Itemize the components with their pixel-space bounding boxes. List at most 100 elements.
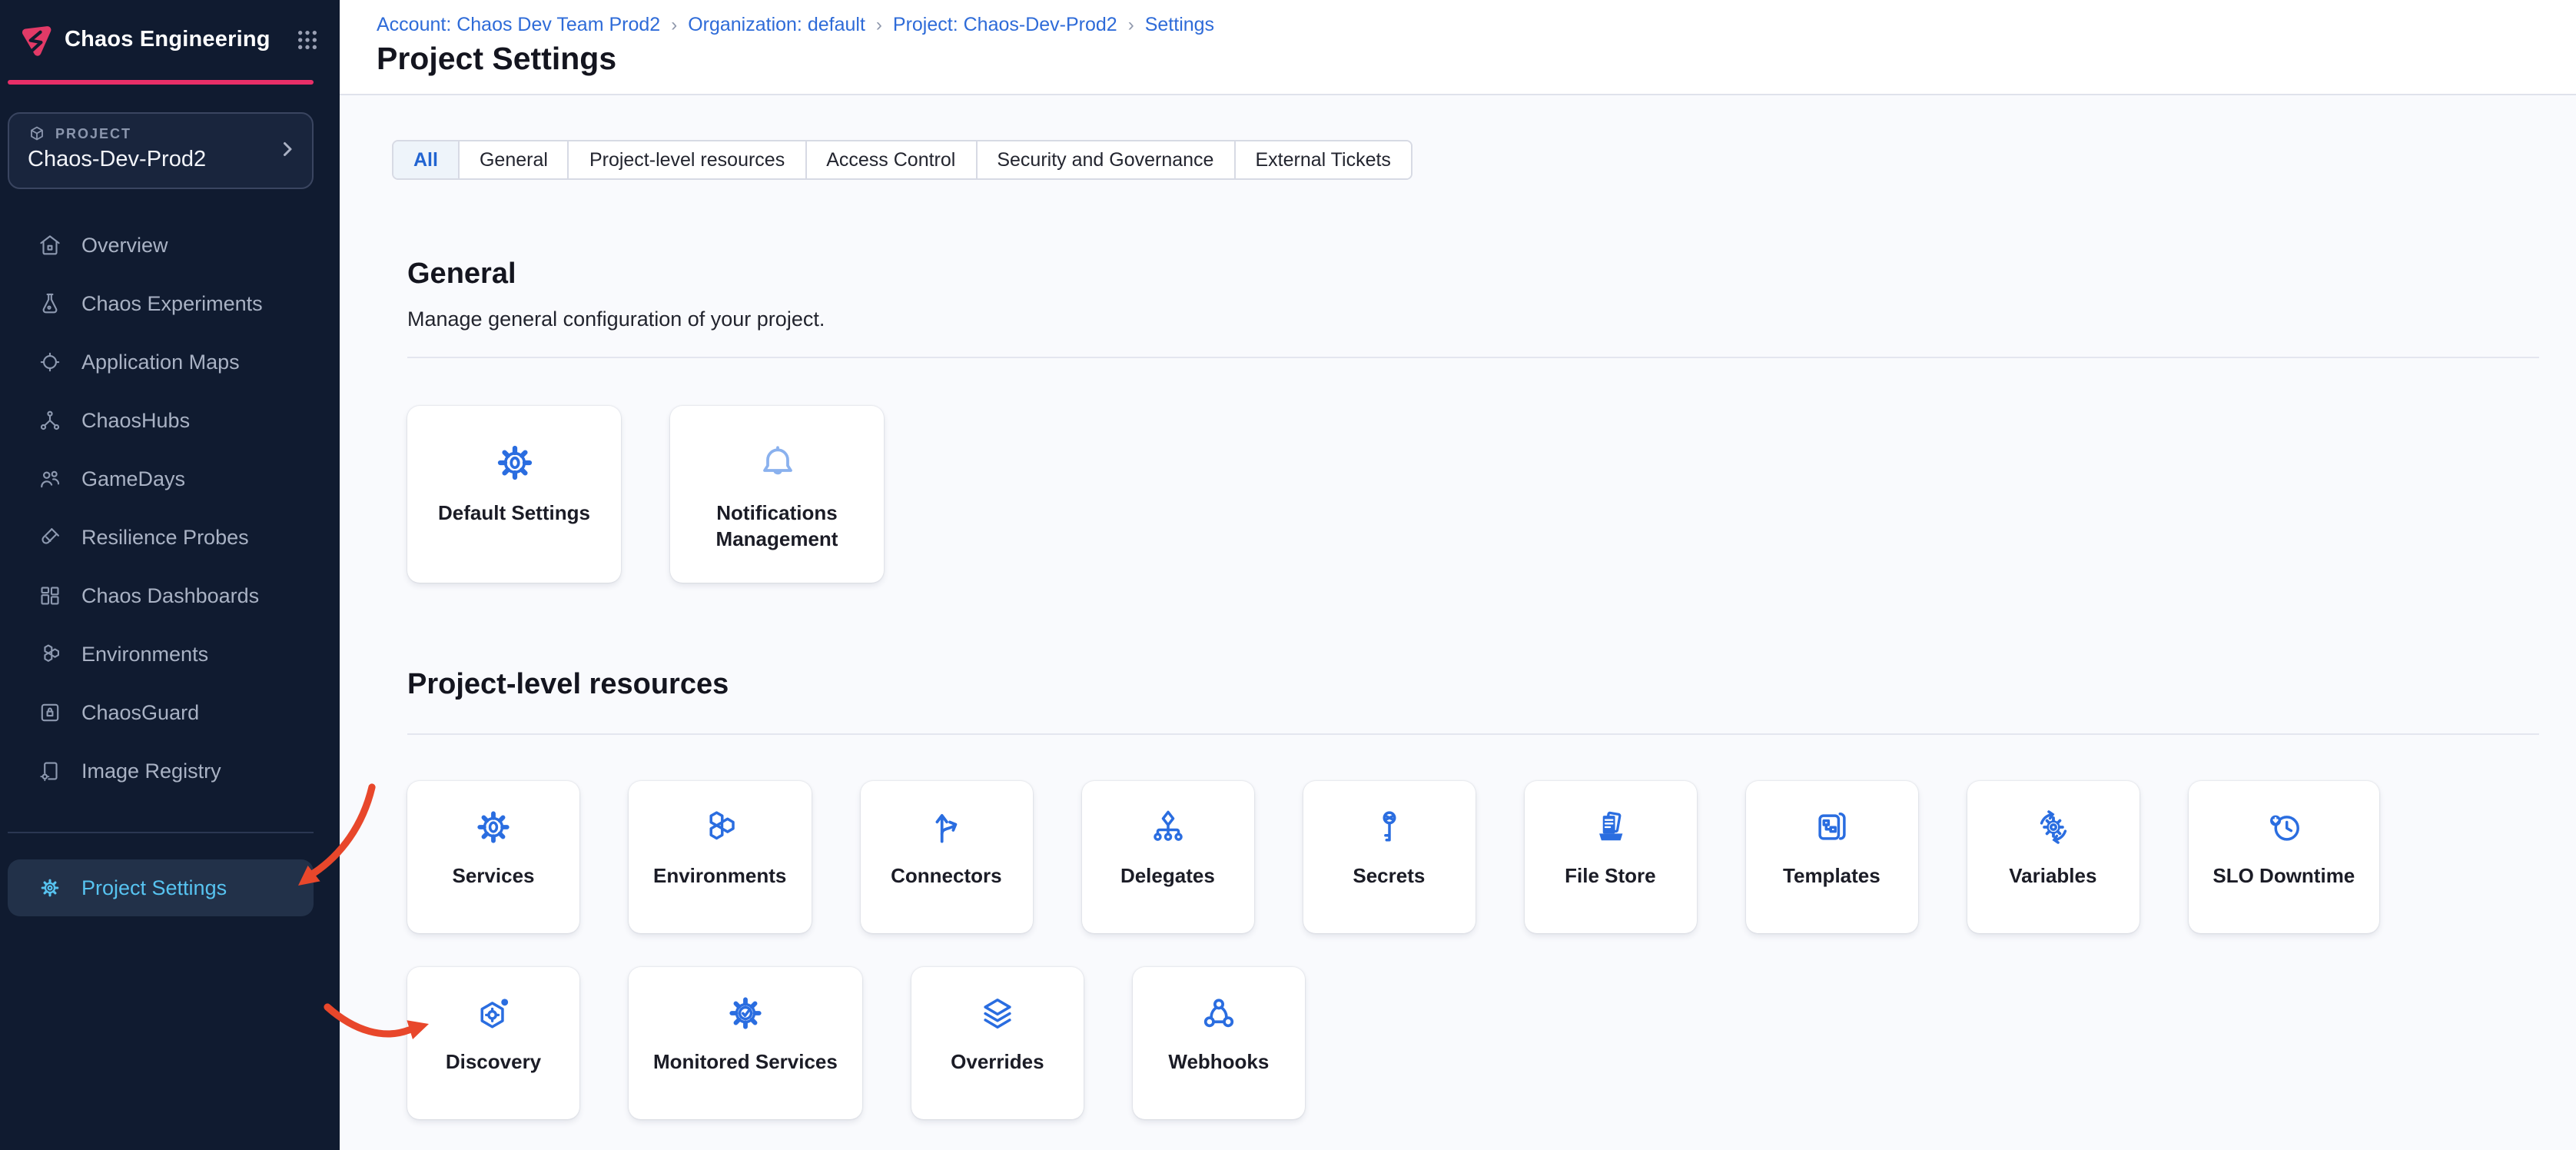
gear-check-icon: [724, 992, 767, 1035]
resources-section-title: Project-level resources: [407, 667, 2539, 703]
breadcrumb-project-link[interactable]: Project: Chaos-Dev-Prod2: [893, 14, 1117, 35]
project-eyebrow-label: PROJECT: [55, 125, 131, 141]
card-templates[interactable]: Templates: [1745, 781, 1917, 933]
card-delegates[interactable]: Delegates: [1081, 781, 1253, 933]
card-variables[interactable]: Variables: [1967, 781, 2139, 933]
sidebar-item-project-settings[interactable]: Project Settings: [8, 859, 314, 916]
card-services[interactable]: Services: [407, 781, 579, 933]
tab-general[interactable]: General: [460, 141, 569, 178]
breadcrumb-separator: ›: [671, 14, 677, 35]
card-notifications-management[interactable]: Notifications Management: [670, 406, 884, 583]
card-connectors[interactable]: Connectors: [860, 781, 1032, 933]
breadcrumb-separator: ›: [1128, 14, 1134, 35]
section-divider: [407, 733, 2539, 735]
bell-icon: [754, 440, 800, 486]
hexagons-icon: [37, 641, 63, 667]
sidebar-item-environments[interactable]: Environments: [0, 625, 340, 683]
breadcrumb-account-link[interactable]: Account: Chaos Dev Team Prod2: [377, 14, 660, 35]
breadcrumb-organization-link[interactable]: Organization: default: [688, 14, 865, 35]
app-root: Chaos Engineering PROJECT Chaos-Dev-Prod…: [0, 0, 2576, 1150]
project-selector[interactable]: PROJECT Chaos-Dev-Prod2: [8, 111, 314, 188]
breadcrumb-settings-link[interactable]: Settings: [1145, 14, 1214, 35]
section-divider: [407, 357, 2539, 358]
sidebar-item-resilience-probes[interactable]: Resilience Probes: [0, 508, 340, 567]
org-tree-icon: [1146, 806, 1189, 849]
card-environments[interactable]: Environments: [629, 781, 811, 933]
general-section-title: General: [407, 257, 2539, 292]
test-tube-icon: [37, 524, 63, 550]
card-webhooks[interactable]: Webhooks: [1133, 967, 1305, 1119]
people-icon: [37, 466, 63, 492]
gear-icon: [472, 806, 515, 849]
page-gear-icon: [37, 758, 63, 784]
sidebar-item-label: ChaosGuard: [81, 701, 199, 724]
sidebar: Chaos Engineering PROJECT Chaos-Dev-Prod…: [0, 0, 340, 1150]
card-discovery[interactable]: Discovery: [407, 967, 579, 1119]
target-icon: [37, 349, 63, 375]
layers-icon: [976, 992, 1019, 1035]
module-accent-line: [8, 80, 314, 84]
sidebar-divider: [8, 831, 314, 833]
card-label: Discovery: [446, 1050, 541, 1076]
sidebar-item-label: Chaos Experiments: [81, 292, 263, 315]
sidebar-item-label: Resilience Probes: [81, 526, 249, 549]
tab-security-and-governance[interactable]: Security and Governance: [977, 141, 1235, 178]
flask-icon: [37, 291, 63, 317]
card-label: Environments: [653, 864, 786, 890]
sidebar-item-chaoshubs[interactable]: ChaosHubs: [0, 391, 340, 450]
card-overrides[interactable]: Overrides: [911, 967, 1084, 1119]
app-launcher-grid-icon[interactable]: [295, 28, 320, 52]
settings-filter-tabs: All General Project-level resources Acce…: [392, 140, 1412, 180]
branch-arrows-icon: [925, 806, 968, 849]
hexagons-icon: [699, 806, 742, 849]
node-graph-icon: [37, 407, 63, 434]
sidebar-item-label: Image Registry: [81, 759, 221, 783]
card-default-settings[interactable]: Default Settings: [407, 406, 621, 583]
sidebar-item-chaosguard[interactable]: ChaosGuard: [0, 683, 340, 742]
card-label: Connectors: [891, 864, 1001, 890]
resources-section: Project-level resources Services Environ…: [407, 667, 2539, 1119]
tab-external-tickets[interactable]: External Tickets: [1235, 141, 1410, 178]
dashboard-grid-icon: [37, 583, 63, 609]
sidebar-item-label: Environments: [81, 643, 208, 666]
card-label: Notifications Management: [691, 501, 863, 553]
card-label: Services: [453, 864, 535, 890]
sidebar-item-overview[interactable]: Overview: [0, 216, 340, 274]
tab-access-control[interactable]: Access Control: [806, 141, 977, 178]
sidebar-item-image-registry[interactable]: Image Registry: [0, 742, 340, 800]
sidebar-item-label: Overview: [81, 234, 168, 257]
gear-sync-icon: [2031, 806, 2074, 849]
breadcrumb: Account: Chaos Dev Team Prod2 › Organiza…: [377, 14, 2539, 35]
card-label: Variables: [2009, 864, 2096, 890]
page-title: Project Settings: [377, 42, 2539, 78]
cube-icon: [28, 124, 46, 142]
card-slo-downtime[interactable]: SLO Downtime: [2188, 781, 2379, 933]
tab-project-level-resources[interactable]: Project-level resources: [569, 141, 806, 178]
card-secrets[interactable]: Secrets: [1303, 781, 1475, 933]
sidebar-item-label: GameDays: [81, 467, 185, 490]
sidebar-nav: Overview Chaos Experiments Application M…: [0, 216, 340, 800]
card-monitored-services[interactable]: Monitored Services: [629, 967, 862, 1119]
sidebar-item-application-maps[interactable]: Application Maps: [0, 333, 340, 391]
card-label: Default Settings: [428, 501, 600, 527]
project-name: Chaos-Dev-Prod2: [28, 147, 294, 171]
sidebar-item-label: ChaosHubs: [81, 409, 190, 432]
hexagon-gear-icon: [472, 992, 515, 1035]
chaos-module-logo: [14, 21, 52, 59]
breadcrumb-separator: ›: [876, 14, 882, 35]
sidebar-item-label: Project Settings: [81, 876, 227, 899]
sidebar-item-chaos-dashboards[interactable]: Chaos Dashboards: [0, 567, 340, 625]
gear-icon: [491, 440, 537, 486]
main-area: Account: Chaos Dev Team Prod2 › Organiza…: [340, 0, 2576, 1150]
template-pages-icon: [1810, 806, 1853, 849]
content-area: All General Project-level resources Acce…: [340, 95, 2576, 1150]
sidebar-item-chaos-experiments[interactable]: Chaos Experiments: [0, 274, 340, 333]
page-header: Account: Chaos Dev Team Prod2 › Organiza…: [340, 0, 2576, 95]
tab-all[interactable]: All: [393, 141, 460, 178]
home-icon: [37, 232, 63, 258]
key-icon: [1367, 806, 1410, 849]
file-stack-icon: [1588, 806, 1632, 849]
gear-icon: [37, 874, 63, 900]
card-file-store[interactable]: File Store: [1524, 781, 1696, 933]
sidebar-item-gamedays[interactable]: GameDays: [0, 450, 340, 508]
